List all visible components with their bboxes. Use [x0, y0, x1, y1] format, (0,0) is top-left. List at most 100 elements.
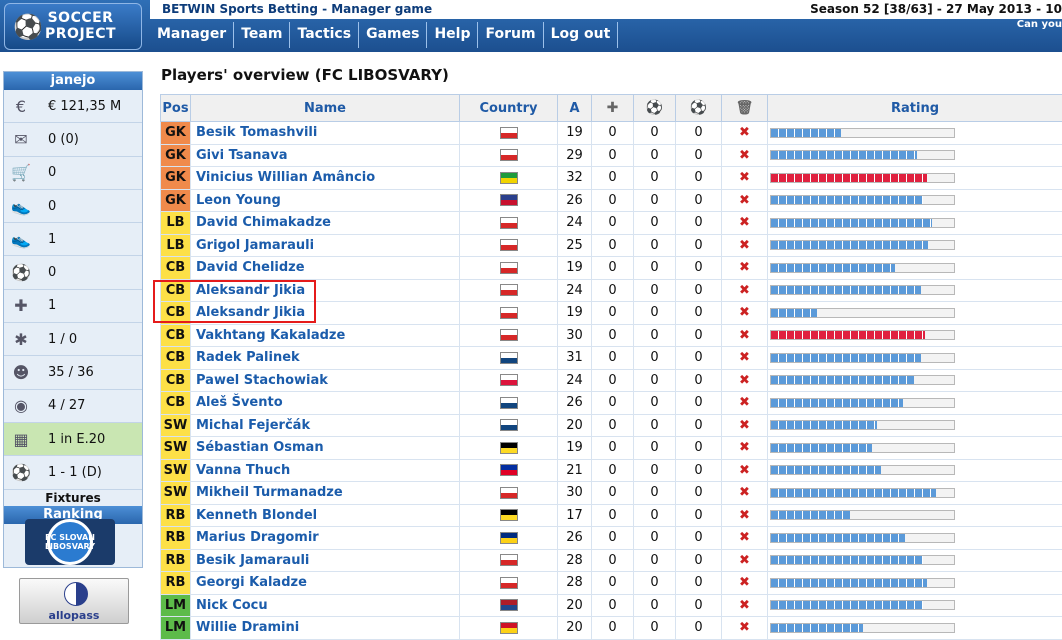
player-name-link[interactable]: Sébastian Osman [191, 437, 460, 460]
remove-x-icon[interactable]: ✖ [739, 395, 750, 410]
username[interactable]: janejo [4, 72, 142, 90]
rating-bar [770, 375, 955, 385]
nav-manager[interactable]: Manager [150, 22, 234, 48]
col-pos[interactable]: Pos [161, 95, 191, 122]
player-name-link[interactable]: David Chelidze [191, 257, 460, 280]
player-age: 24 [558, 369, 592, 392]
player-name-link[interactable]: Georgi Kaladze [191, 572, 460, 595]
player-name-link[interactable]: Vakhtang Kakaladze [191, 324, 460, 347]
rating-bar [770, 510, 955, 520]
shoe-icon: 👟 [4, 230, 38, 249]
remove-x-icon[interactable]: ✖ [739, 193, 750, 208]
player-name-link[interactable]: Willie Dramini [191, 617, 460, 640]
betwin-link[interactable]: BETWIN Sports Betting - Manager game [160, 2, 434, 16]
player-name-link[interactable]: David Chimakadze [191, 212, 460, 235]
remove-x-icon[interactable]: ✖ [739, 530, 750, 545]
nav-team[interactable]: Team [234, 22, 290, 48]
mail-icon: ✉ [4, 130, 38, 149]
remove-x-icon[interactable]: ✖ [739, 598, 750, 613]
col-country[interactable]: Country [460, 95, 558, 122]
player-stat-b: 0 [676, 572, 722, 595]
remove-x-icon[interactable]: ✖ [739, 350, 750, 365]
nav-games[interactable]: Games [359, 22, 427, 48]
soccer-project-logo[interactable]: ⚽ SOCCER PROJECT [4, 3, 142, 50]
col-transfer[interactable]: 🗑 [722, 95, 768, 122]
remove-x-icon[interactable]: ✖ [739, 508, 750, 523]
player-name-link[interactable]: Leon Young [191, 189, 460, 212]
sidebar-stat[interactable]: ✱1 / 0 [4, 323, 142, 356]
table-row: CBAleksandr Jikia19000✖ [161, 302, 1062, 325]
player-position: LM [161, 594, 191, 617]
remove-x-icon[interactable]: ✖ [739, 170, 750, 185]
sidebar-stat[interactable]: €€ 121,35 M [4, 90, 142, 123]
col-red-cards[interactable]: ⚽ [676, 95, 722, 122]
player-age: 20 [558, 594, 592, 617]
player-name-link[interactable]: Radek Palinek [191, 347, 460, 370]
fixtures-link[interactable]: Fixtures [4, 490, 142, 506]
sidebar-stat[interactable]: ▦1 in E.20 [4, 423, 142, 456]
remove-x-icon[interactable]: ✖ [739, 260, 750, 275]
col-yellow-cards[interactable]: ⚽ [634, 95, 676, 122]
remove-x-icon[interactable]: ✖ [739, 440, 750, 455]
remove-x-icon[interactable]: ✖ [739, 463, 750, 478]
player-name-link[interactable]: Aleksandr Jikia [191, 302, 460, 325]
nav-help[interactable]: Help [427, 22, 478, 48]
player-stat-a: 0 [634, 459, 676, 482]
remove-x-icon[interactable]: ✖ [739, 148, 750, 163]
col-rating[interactable]: Rating [768, 95, 1062, 122]
remove-x-icon[interactable]: ✖ [739, 283, 750, 298]
player-name-link[interactable]: Besik Tomashvili [191, 122, 460, 145]
remove-x-icon[interactable]: ✖ [739, 575, 750, 590]
sidebar-stat[interactable]: 🛒0 [4, 157, 142, 190]
sidebar-stat[interactable]: 👟0 [4, 190, 142, 223]
sidebar-stat[interactable]: ◉4 / 27 [4, 390, 142, 423]
sidebar-stat[interactable]: ✉0 (0) [4, 123, 142, 156]
col-name[interactable]: Name [191, 95, 460, 122]
rating-bar [770, 533, 955, 543]
rating-bar [770, 398, 955, 408]
player-name-link[interactable]: Michal Fejerčák [191, 414, 460, 437]
remove-x-icon[interactable]: ✖ [739, 485, 750, 500]
col-age[interactable]: A [558, 95, 592, 122]
remove-x-icon[interactable]: ✖ [739, 238, 750, 253]
remove-x-icon[interactable]: ✖ [739, 373, 750, 388]
player-name-link[interactable]: Vanna Thuch [191, 459, 460, 482]
allopass-button[interactable]: allopass [19, 578, 129, 624]
remove-x-icon[interactable]: ✖ [739, 328, 750, 343]
player-age: 19 [558, 257, 592, 280]
sidebar-stat[interactable]: ⚽0 [4, 256, 142, 289]
shoes-icon: 👟 [4, 197, 38, 216]
remove-x-icon[interactable]: ✖ [739, 418, 750, 433]
sidebar-stat[interactable]: ✚1 [4, 290, 142, 323]
player-name-link[interactable]: Nick Cocu [191, 594, 460, 617]
country-flag-icon [500, 329, 518, 341]
remove-x-icon[interactable]: ✖ [739, 553, 750, 568]
player-name-link[interactable]: Vinicius Willian Amâncio [191, 167, 460, 190]
remove-x-icon[interactable]: ✖ [739, 215, 750, 230]
sidebar-stat[interactable]: 👟1 [4, 223, 142, 256]
nav-tactics[interactable]: Tactics [290, 22, 359, 48]
col-injury[interactable]: ✚ [592, 95, 634, 122]
player-name-link[interactable]: Kenneth Blondel [191, 504, 460, 527]
player-name-link[interactable]: Mikheil Turmanadze [191, 482, 460, 505]
club-crest[interactable]: FC SLOVAN LIBOSVARY [25, 519, 115, 565]
player-name-link[interactable]: Grigol Jamarauli [191, 234, 460, 257]
player-name-link[interactable]: Besik Jamarauli [191, 549, 460, 572]
nav-log-out[interactable]: Log out [544, 22, 619, 48]
player-stat-a: 0 [634, 549, 676, 572]
remove-x-icon[interactable]: ✖ [739, 620, 750, 635]
player-name-link[interactable]: Pawel Stachowiak [191, 369, 460, 392]
sidebar-stat[interactable]: ⚽1 - 1 (D) [4, 456, 142, 489]
player-stat-a: 0 [634, 392, 676, 415]
player-position: CB [161, 257, 191, 280]
player-name-link[interactable]: Marius Dragomir [191, 527, 460, 550]
table-row: GKLeon Young26000✖ [161, 189, 1062, 212]
player-name-link[interactable]: Aleksandr Jikia [191, 279, 460, 302]
player-name-link[interactable]: Givi Tsanava [191, 144, 460, 167]
remove-x-icon[interactable]: ✖ [739, 305, 750, 320]
nav-forum[interactable]: Forum [478, 22, 543, 48]
sidebar-stat[interactable]: ☻35 / 36 [4, 356, 142, 389]
player-position: SW [161, 459, 191, 482]
player-name-link[interactable]: Aleš Švento [191, 392, 460, 415]
remove-x-icon[interactable]: ✖ [739, 125, 750, 140]
